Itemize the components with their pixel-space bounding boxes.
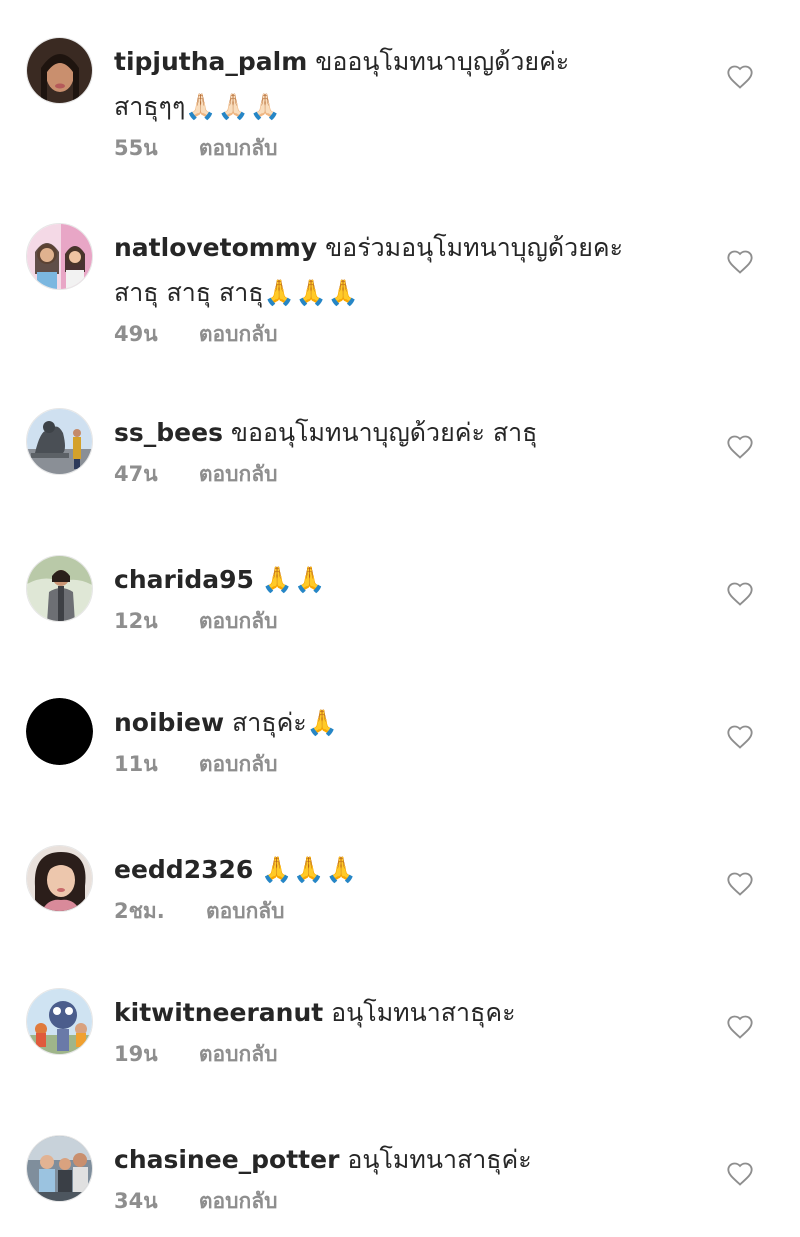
comment-content: อนุโมทนาสาธุค่ะ xyxy=(347,1145,532,1174)
reply-button[interactable]: ตอบกลับ xyxy=(199,609,278,633)
comment-content: ขอร่วมอนุโมทนาบุญด้วยคะ xyxy=(325,233,624,262)
heart-outline-icon[interactable] xyxy=(726,63,754,91)
avatar[interactable] xyxy=(26,845,93,912)
comment-meta: 2ชม. ตอบกลับ xyxy=(114,896,704,926)
pray-emoji: 🙏 xyxy=(306,708,339,737)
reply-button[interactable]: ตอบกลับ xyxy=(199,1042,278,1066)
comment-meta: 34น ตอบกลับ xyxy=(114,1186,704,1216)
avatar-image xyxy=(27,224,92,289)
timestamp: 55น xyxy=(114,136,158,160)
heart-outline-icon[interactable] xyxy=(726,580,754,608)
heart-outline-icon[interactable] xyxy=(726,1160,754,1188)
avatar[interactable] xyxy=(26,37,93,104)
comment-body: chasinee_potter อนุโมทนาสาธุค่ะ 34น ตอบก… xyxy=(114,1137,704,1216)
avatar-image xyxy=(27,1136,92,1201)
timestamp: 12น xyxy=(114,609,158,633)
comment-body: noibiew สาธุค่ะ🙏 11น ตอบกลับ xyxy=(114,700,704,779)
comment-meta: 55น ตอบกลับ xyxy=(114,133,704,163)
comment-body: natlovetommy ขอร่วมอนุโมทนาบุญด้วยคะ สาธ… xyxy=(114,225,704,349)
timestamp: 34น xyxy=(114,1189,158,1213)
comments-list: tipjutha_palm ขออนุโมทนาบุญด้วยค่ะ สาธุๆ… xyxy=(0,0,800,1237)
timestamp: 47น xyxy=(114,462,158,486)
avatar-image xyxy=(27,38,92,103)
heart-outline-icon[interactable] xyxy=(726,433,754,461)
username-link[interactable]: natlovetommy xyxy=(114,233,317,262)
reply-button[interactable]: ตอบกลับ xyxy=(206,899,285,923)
comment-content: ขออนุโมทนาบุญด้วยค่ะ xyxy=(315,47,570,76)
avatar[interactable] xyxy=(26,988,93,1055)
username-link[interactable]: noibiew xyxy=(114,708,224,737)
comment-content-line2: สาธุ สาธุ สาธุ xyxy=(114,278,264,307)
avatar[interactable] xyxy=(26,223,93,290)
comment-meta: 49น ตอบกลับ xyxy=(114,319,704,349)
username-link[interactable]: eedd2326 xyxy=(114,855,253,884)
username-link[interactable]: tipjutha_palm xyxy=(114,47,307,76)
reply-button[interactable]: ตอบกลับ xyxy=(199,322,278,346)
comment-body: ss_bees ขออนุโมทนาบุญด้วยค่ะ สาธุ 47น ตอ… xyxy=(114,410,704,489)
comment-text: eedd2326 🙏🙏🙏 xyxy=(114,847,704,892)
avatar[interactable] xyxy=(26,555,93,622)
comment-text: tipjutha_palm ขออนุโมทนาบุญด้วยค่ะ สาธุๆ… xyxy=(114,39,704,129)
pray-emoji: 🙏🏻🙏🏻🙏🏻 xyxy=(185,92,282,121)
avatar-image xyxy=(27,556,92,621)
comment-content-line2: สาธุๆๆ xyxy=(114,92,186,121)
comment-body: charida95 🙏🙏 12น ตอบกลับ xyxy=(114,557,704,636)
avatar-image xyxy=(27,409,92,474)
comment-body: tipjutha_palm ขออนุโมทนาบุญด้วยค่ะ สาธุๆ… xyxy=(114,39,704,163)
username-link[interactable]: kitwitneeranut xyxy=(114,998,323,1027)
reply-button[interactable]: ตอบกลับ xyxy=(199,462,278,486)
comment-text: ss_bees ขออนุโมทนาบุญด้วยค่ะ สาธุ xyxy=(114,410,704,455)
username-link[interactable]: chasinee_potter xyxy=(114,1145,339,1174)
timestamp: 19น xyxy=(114,1042,158,1066)
heart-outline-icon[interactable] xyxy=(726,870,754,898)
comment-text: chasinee_potter อนุโมทนาสาธุค่ะ xyxy=(114,1137,704,1182)
comment-meta: 11น ตอบกลับ xyxy=(114,749,704,779)
timestamp: 49น xyxy=(114,322,158,346)
avatar[interactable] xyxy=(26,408,93,475)
comment-meta: 47น ตอบกลับ xyxy=(114,459,704,489)
avatar[interactable] xyxy=(26,1135,93,1202)
username-link[interactable]: charida95 xyxy=(114,565,254,594)
comment-body: eedd2326 🙏🙏🙏 2ชม. ตอบกลับ xyxy=(114,847,704,926)
comment-content: สาธุค่ะ xyxy=(232,708,307,737)
comment-body: kitwitneeranut อนุโมทนาสาธุคะ 19น ตอบกลั… xyxy=(114,990,704,1069)
comment-content: อนุโมทนาสาธุคะ xyxy=(331,998,516,1027)
pray-emoji: 🙏🙏 xyxy=(261,565,327,594)
avatar[interactable] xyxy=(26,698,93,765)
avatar-image xyxy=(27,989,92,1054)
timestamp: 2ชม. xyxy=(114,899,165,923)
heart-outline-icon[interactable] xyxy=(726,1013,754,1041)
comment-text: noibiew สาธุค่ะ🙏 xyxy=(114,700,704,745)
username-link[interactable]: ss_bees xyxy=(114,418,223,447)
reply-button[interactable]: ตอบกลับ xyxy=(199,136,278,160)
avatar-image xyxy=(26,698,93,765)
pray-emoji: 🙏🙏🙏 xyxy=(261,855,358,884)
comment-text: charida95 🙏🙏 xyxy=(114,557,704,602)
heart-outline-icon[interactable] xyxy=(726,248,754,276)
comment-text: natlovetommy ขอร่วมอนุโมทนาบุญด้วยคะ สาธ… xyxy=(114,225,704,315)
reply-button[interactable]: ตอบกลับ xyxy=(199,1189,278,1213)
avatar-image xyxy=(27,846,92,911)
pray-emoji: 🙏🙏🙏 xyxy=(263,278,360,307)
comment-text: kitwitneeranut อนุโมทนาสาธุคะ xyxy=(114,990,704,1035)
reply-button[interactable]: ตอบกลับ xyxy=(199,752,278,776)
comment-meta: 12น ตอบกลับ xyxy=(114,606,704,636)
comment-content: ขออนุโมทนาบุญด้วยค่ะ สาธุ xyxy=(230,418,538,447)
comment-meta: 19น ตอบกลับ xyxy=(114,1039,704,1069)
heart-outline-icon[interactable] xyxy=(726,723,754,751)
timestamp: 11น xyxy=(114,752,158,776)
